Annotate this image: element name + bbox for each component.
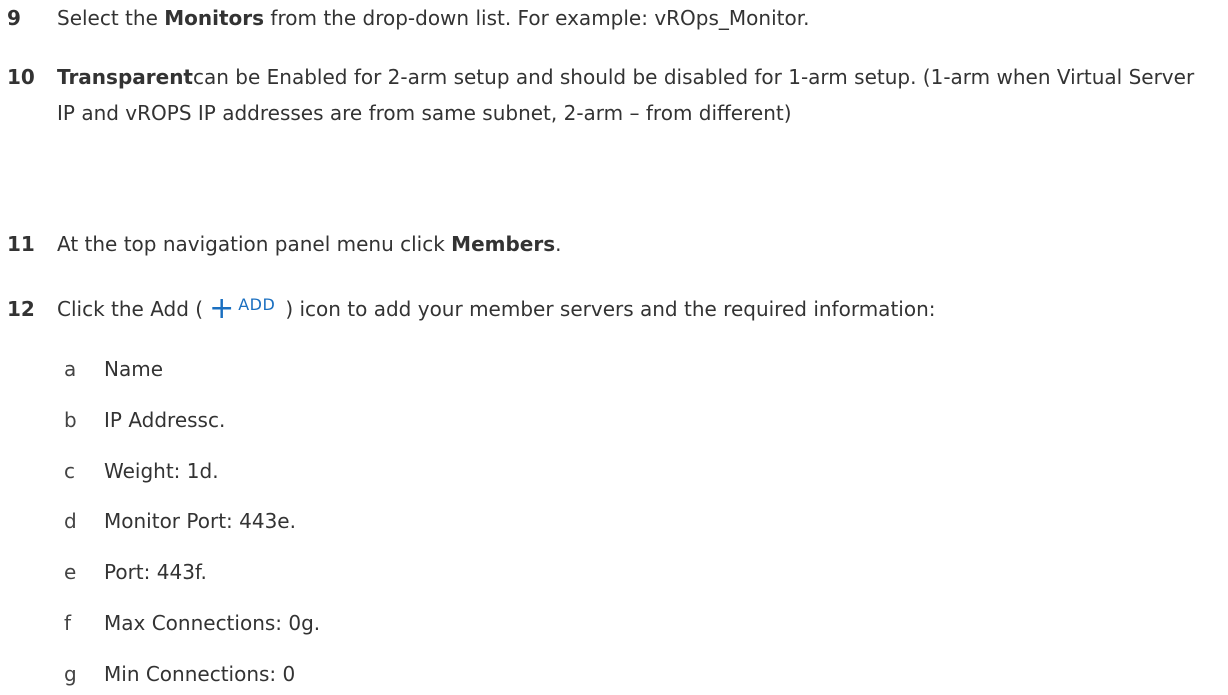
sub-item-letter: c bbox=[64, 459, 75, 483]
plus-icon: + bbox=[209, 290, 235, 326]
sub-item-letter: f bbox=[64, 611, 72, 635]
sub-item-text: Min Connections: 0 bbox=[104, 662, 296, 686]
sub-item-text: Weight: 1d. bbox=[104, 459, 219, 483]
step-text: Transparentcan be Enabled for 2-arm setu… bbox=[57, 59, 1218, 131]
sub-item-letter: b bbox=[64, 408, 77, 432]
sub-item-text: Monitor Port: 443e. bbox=[104, 509, 296, 533]
step-number: 12 bbox=[7, 297, 35, 321]
step-number: 11 bbox=[7, 232, 35, 256]
step-text-pre: Click the Add ( bbox=[57, 297, 204, 321]
sub-item-letter: a bbox=[64, 357, 77, 381]
sub-item-letter: e bbox=[64, 560, 77, 584]
step-number: 10 bbox=[7, 65, 35, 89]
step-text-bold: Transparent bbox=[57, 65, 193, 89]
sub-item-text: IP Addressc. bbox=[104, 408, 226, 432]
sub-item-letter: d bbox=[64, 509, 77, 533]
sub-item-text: Port: 443f. bbox=[104, 560, 207, 584]
step-text-post: . bbox=[555, 232, 562, 256]
step-text-post: from the drop-down list. For example: vR… bbox=[264, 6, 810, 30]
step-text-pre: At the top navigation panel menu click bbox=[57, 232, 452, 256]
add-button-icon: + ADD bbox=[209, 287, 275, 329]
step-text: At the top navigation panel menu click M… bbox=[57, 226, 1218, 262]
step-number: 9 bbox=[7, 6, 21, 30]
sub-item-text: Name bbox=[104, 357, 164, 381]
step-text: Select the Monitors from the drop-down l… bbox=[57, 0, 1218, 36]
step-text-bold: Monitors bbox=[164, 6, 265, 30]
sub-item-text: Max Connections: 0g. bbox=[104, 611, 321, 635]
step-text: Click the Add (+ ADD ) icon to add your me… bbox=[57, 291, 1218, 329]
step-text-pre: Select the bbox=[57, 6, 165, 30]
step-text-post: ) icon to add your member servers and th… bbox=[285, 297, 936, 321]
instruction-document: 9 Select the Monitors from the drop-down… bbox=[0, 0, 1228, 695]
step-text-post: can be Enabled for 2-arm setup and shoul… bbox=[57, 65, 1195, 125]
step-text-bold: Members bbox=[451, 232, 556, 256]
sub-item-letter: g bbox=[64, 662, 77, 686]
add-icon-label: ADD bbox=[238, 294, 276, 314]
